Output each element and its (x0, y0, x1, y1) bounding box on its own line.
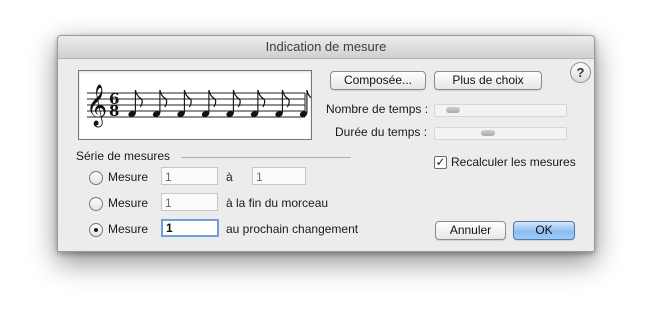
dialog-content: 𝄞 6 8 Composée... Plus de choix ? Nombre… (58, 59, 594, 251)
radio-mesure-range[interactable] (89, 171, 103, 185)
annuler-button[interactable]: Annuler (435, 221, 506, 240)
recalculer-label: Recalculer les mesures (451, 155, 576, 169)
checkmark-icon: ✓ (435, 155, 446, 169)
time-signature-dialog: Indication de mesure 𝄞 6 8 Composée... P… (57, 35, 595, 252)
row3-connector: au prochain changement (226, 222, 359, 236)
serie-group-label: Série de mesures (76, 149, 171, 163)
row1-end-field[interactable]: 1 (252, 167, 306, 185)
row2-connector: à la fin du morceau (226, 196, 329, 210)
group-divider (181, 157, 351, 158)
row3-start-field[interactable]: 1 (161, 219, 219, 237)
notes-group (128, 89, 311, 117)
radio-mesure-changement[interactable] (89, 223, 103, 237)
staff-preview: 𝄞 6 8 (78, 70, 312, 140)
composee-button[interactable]: Composée... (330, 71, 426, 90)
row2-label: Mesure (108, 196, 149, 210)
plus-de-choix-button[interactable]: Plus de choix (434, 71, 542, 90)
note-flag (306, 89, 311, 99)
staff-svg: 𝄞 6 8 (86, 84, 311, 127)
row1-label: Mesure (108, 170, 149, 184)
row1-connector: à (226, 170, 233, 184)
recalculer-checkbox[interactable]: ✓ (434, 156, 447, 169)
row1-start-field[interactable]: 1 (161, 167, 218, 185)
row3-label: Mesure (108, 222, 149, 236)
time-sig-bottom: 8 (109, 102, 119, 120)
window-title: Indication de mesure (58, 36, 594, 59)
treble-clef-icon: 𝄞 (86, 84, 107, 127)
duree-du-temps-knob[interactable] (481, 130, 495, 136)
help-button[interactable]: ? (570, 62, 591, 83)
radio-selected-dot (94, 228, 98, 232)
ok-button[interactable]: OK (513, 221, 575, 240)
nombre-de-temps-label: Nombre de temps : (326, 102, 429, 116)
nombre-de-temps-slider[interactable] (434, 104, 567, 117)
row2-start-field[interactable]: 1 (161, 193, 218, 211)
radio-mesure-fin[interactable] (89, 197, 103, 211)
duree-du-temps-slider[interactable] (434, 127, 567, 140)
nombre-de-temps-knob[interactable] (446, 107, 460, 113)
duree-du-temps-label: Durée du temps : (335, 125, 428, 139)
